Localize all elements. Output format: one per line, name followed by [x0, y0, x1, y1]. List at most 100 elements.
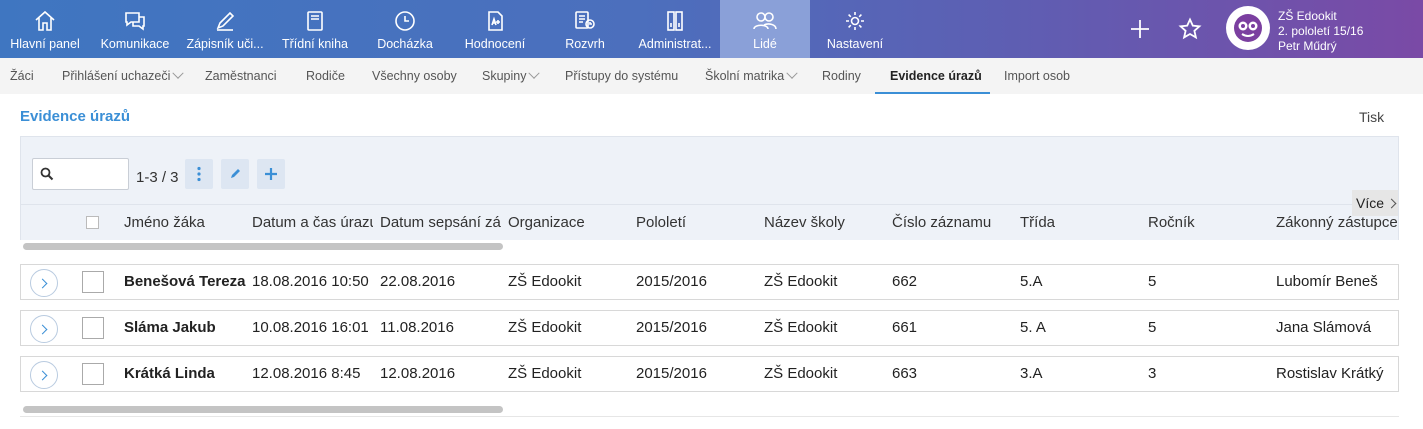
subnav-label: Evidence úrazů — [890, 69, 982, 83]
subnav-item-skupiny[interactable]: Skupiny — [482, 58, 541, 94]
cell-record-date: 12.08.2016 — [380, 365, 456, 382]
user-school: ZŠ Edookit — [1278, 9, 1337, 23]
subnav-item-vsechny-osoby[interactable]: Všechny osoby — [372, 58, 457, 94]
cell-school: ZŠ Edookit — [764, 365, 838, 382]
subnav-item-pristupy-do-systemu[interactable]: Přístupy do systému — [565, 58, 678, 94]
search-input[interactable] — [57, 165, 125, 183]
row-checkbox[interactable] — [82, 271, 104, 293]
cell-guardian: Rostislav Krátký — [1276, 365, 1384, 382]
table-row[interactable]: Sláma Jakub 10.08.2016 16:01 11.08.2016 … — [20, 310, 1399, 346]
row-checkbox[interactable] — [82, 363, 104, 385]
cell-record-number: 661 — [892, 319, 918, 336]
subnav-item-rodice[interactable]: Rodiče — [306, 58, 345, 94]
plus-icon — [1131, 20, 1149, 38]
scrollbar-thumb[interactable] — [23, 243, 503, 250]
grade-document-icon — [482, 8, 508, 34]
subnav-item-prihlaseni-uchazeci[interactable]: Přihlášení uchazeči — [62, 58, 185, 94]
cell-school: ZŠ Edookit — [764, 319, 838, 336]
edit-button[interactable] — [221, 159, 249, 189]
nav-item-label: Docházka — [377, 37, 433, 51]
page-title: Evidence úrazů — [20, 108, 131, 125]
nav-item-lide[interactable]: Lidé — [720, 0, 810, 58]
column-header-nazev-skoly[interactable]: Název školy — [764, 205, 885, 240]
user-name: Petr Műdrý — [1278, 39, 1337, 53]
gear-icon — [842, 8, 868, 34]
column-header-cislo-zaznamu[interactable]: Číslo záznamu — [892, 205, 1013, 240]
column-header-datum-cas-urazu[interactable]: Datum a čas úrazu — [252, 205, 373, 240]
favorites-button[interactable] — [1175, 14, 1205, 44]
record-count: 1-3 / 3 — [136, 169, 179, 186]
divider — [20, 416, 1399, 417]
people-icon — [752, 8, 778, 34]
nav-item-label: Hodnocení — [464, 37, 526, 51]
user-info[interactable]: ZŠ Edookit 2. pololetí 15/16 Petr Műdrý — [1278, 9, 1363, 54]
subnav-item-import-osob[interactable]: Import osob — [1004, 58, 1070, 94]
row-checkbox[interactable] — [82, 317, 104, 339]
print-link[interactable]: Tisk — [1359, 109, 1384, 125]
chevron-right-icon — [37, 324, 48, 334]
column-header-datum-sepsani[interactable]: Datum sepsání záznamu — [380, 205, 501, 240]
chevron-right-icon — [37, 278, 48, 288]
chevron-down-icon — [528, 67, 541, 79]
column-header-jmeno-zaka[interactable]: Jméno žáka — [124, 205, 246, 240]
pen-icon — [212, 8, 238, 34]
nav-item-label: Zápisník uči... — [186, 37, 264, 51]
add-record-button[interactable] — [257, 159, 285, 189]
nav-item-hlavni-panel[interactable]: Hlavní panel — [0, 0, 90, 58]
chevron-down-icon — [786, 67, 798, 79]
more-columns-button[interactable]: Více — [1352, 190, 1398, 216]
expand-row-button[interactable] — [30, 361, 58, 389]
cell-record-number: 662 — [892, 273, 918, 290]
horizontal-scrollbar-top[interactable] — [20, 243, 1399, 251]
clock-icon — [392, 8, 418, 34]
subnav-label: Žáci — [10, 69, 34, 83]
search-icon — [40, 167, 54, 181]
nav-item-label: Třídní kniha — [281, 37, 348, 51]
cell-school: ZŠ Edookit — [764, 273, 838, 290]
chevron-right-icon — [1386, 198, 1397, 208]
plus-icon — [265, 168, 277, 180]
subnav-item-evidence-urazu[interactable]: Evidence úrazů — [875, 58, 990, 94]
subnav-item-rodiny[interactable]: Rodiny — [822, 58, 861, 94]
nav-item-hodnoceni[interactable]: Hodnocení — [450, 0, 540, 58]
subnav-item-zamestnanci[interactable]: Zaměstnanci — [205, 58, 277, 94]
cell-record-date: 11.08.2016 — [380, 319, 454, 336]
table-row[interactable]: Krátká Linda 12.08.2016 8:45 12.08.2016 … — [20, 356, 1399, 392]
column-header-organizace[interactable]: Organizace — [508, 205, 629, 240]
school-avatar[interactable] — [1226, 6, 1270, 50]
nav-item-rozvrh[interactable]: Rozvrh — [540, 0, 630, 58]
nav-item-label: Administrat... — [638, 37, 712, 51]
nav-item-tridni-kniha[interactable]: Třídní kniha — [270, 0, 360, 58]
search-field[interactable] — [32, 158, 129, 190]
chevron-down-icon — [172, 67, 185, 79]
nav-item-zapisnik-ucitele[interactable]: Zápisník uči... — [180, 0, 270, 58]
nav-item-label: Rozvrh — [565, 37, 605, 51]
cell-student-name[interactable]: Benešová Tereza — [124, 265, 247, 299]
horizontal-scrollbar-bottom[interactable] — [20, 406, 1399, 414]
subnav-item-skolni-matrika[interactable]: Školní matrika — [705, 58, 798, 94]
nav-item-komunikace[interactable]: Komunikace — [90, 0, 180, 58]
more-actions-button[interactable] — [185, 159, 213, 189]
nav-item-nastaveni[interactable]: Nastavení — [810, 0, 900, 58]
expand-row-button[interactable] — [30, 315, 58, 343]
cell-grade: 5 — [1148, 319, 1157, 336]
nav-item-administrativa[interactable]: Administrat... — [630, 0, 720, 58]
column-header-trida[interactable]: Třída — [1020, 205, 1141, 240]
cell-injury-datetime: 18.08.2016 10:50 — [252, 273, 369, 290]
cell-student-name[interactable]: Krátká Linda — [124, 357, 247, 391]
subnav-label: Přístupy do systému — [565, 69, 679, 83]
add-button[interactable] — [1125, 14, 1155, 44]
nav-item-dochazka[interactable]: Docházka — [360, 0, 450, 58]
select-all-checkbox[interactable] — [86, 216, 99, 229]
column-header-rocnik[interactable]: Ročník — [1148, 205, 1269, 240]
column-header-pololeti[interactable]: Pololetí — [636, 205, 757, 240]
cell-injury-datetime: 12.08.2016 8:45 — [252, 365, 361, 382]
table-row[interactable]: Benešová Tereza 18.08.2016 10:50 22.08.2… — [20, 264, 1399, 300]
subnav-label: Import osob — [1004, 69, 1071, 83]
cell-student-name[interactable]: Sláma Jakub — [124, 311, 247, 345]
scrollbar-thumb[interactable] — [23, 406, 503, 413]
binders-icon — [662, 8, 688, 34]
subnav-item-zaci[interactable]: Žáci — [10, 58, 34, 94]
expand-row-button[interactable] — [30, 269, 58, 297]
cell-record-date: 22.08.2016 — [380, 273, 456, 290]
